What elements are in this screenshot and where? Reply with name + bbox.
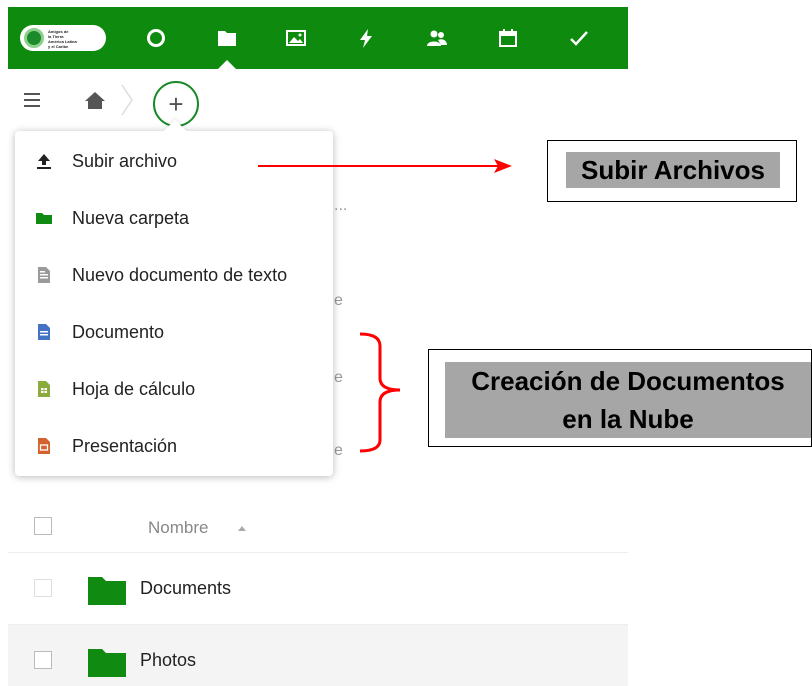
background-fragment: e <box>334 369 343 386</box>
menu-item-label: Nueva carpeta <box>72 208 190 228</box>
organization-logo[interactable]: Amigos de la Tierra América Latina y el … <box>20 25 106 51</box>
hamburger-menu-icon[interactable] <box>22 91 42 109</box>
file-row[interactable]: Documents <box>8 553 628 625</box>
menu-item-new-folder[interactable]: Nueva carpeta <box>15 190 333 247</box>
folder-icon <box>88 577 126 605</box>
menu-item-label: Hoja de cálculo <box>72 379 196 399</box>
file-list-header: Nombre <box>8 503 628 553</box>
file-row[interactable]: Photos <box>8 625 628 686</box>
breadcrumb-separator-icon <box>121 84 133 116</box>
plus-icon: + <box>168 89 184 119</box>
active-app-indicator <box>218 60 236 69</box>
text-file-icon <box>38 267 50 283</box>
menu-item-new-presentation[interactable]: Presentación <box>15 418 333 475</box>
select-all-checkbox[interactable] <box>34 517 52 535</box>
background-fragment: e <box>334 442 343 459</box>
column-header-name[interactable]: Nombre <box>148 518 208 538</box>
create-callout-line1: Creación de Documentos <box>445 362 811 400</box>
upload-callout-text: Subir Archivos <box>566 152 780 188</box>
gallery-icon[interactable] <box>276 7 316 69</box>
row-checkbox[interactable] <box>34 651 52 669</box>
logo-icon <box>24 28 44 48</box>
home-icon[interactable] <box>84 90 106 110</box>
upload-callout-box: Subir Archivos <box>547 140 797 202</box>
file-name[interactable]: Documents <box>140 578 231 599</box>
create-callout-box: Creación de Documentos en la Nube <box>428 349 812 447</box>
menu-item-new-text-file[interactable]: Nuevo documento de texto <box>15 247 333 304</box>
background-ellipsis: ... <box>334 197 348 214</box>
folder-icon <box>36 213 52 224</box>
folder-icon <box>88 649 126 677</box>
presentation-icon <box>38 438 50 454</box>
tasks-icon[interactable] <box>559 7 599 69</box>
menu-item-upload[interactable]: Subir archivo <box>15 133 333 190</box>
row-checkbox[interactable] <box>34 579 52 597</box>
menu-item-label: Presentación <box>72 436 178 456</box>
logo-text: Amigos de la Tierra América Latina y el … <box>48 29 77 49</box>
menu-item-label: Subir archivo <box>72 151 178 171</box>
activity-icon[interactable] <box>346 7 386 69</box>
file-name[interactable]: Photos <box>140 650 196 671</box>
background-fragment: e <box>334 292 343 309</box>
screenshot: Amigos de la Tierra América Latina y el … <box>0 0 812 686</box>
breadcrumb-toolbar: + <box>8 69 628 131</box>
menu-item-label: Documento <box>72 322 165 342</box>
top-nav-bar: Amigos de la Tierra América Latina y el … <box>8 7 628 69</box>
contacts-icon[interactable] <box>417 7 457 69</box>
new-item-menu: Subir archivo Nueva carpeta Nuevo docume… <box>15 119 333 476</box>
upload-icon <box>37 154 51 169</box>
dashboard-icon[interactable] <box>136 7 176 69</box>
menu-item-label: Nuevo documento de texto <box>72 265 288 285</box>
sort-ascending-icon[interactable] <box>238 526 246 531</box>
document-icon <box>38 324 50 340</box>
menu-item-new-document[interactable]: Documento <box>15 304 333 361</box>
spreadsheet-icon <box>38 381 50 397</box>
menu-item-new-spreadsheet[interactable]: Hoja de cálculo <box>15 361 333 418</box>
create-callout-line2: en la Nube <box>445 400 811 438</box>
calendar-icon[interactable] <box>488 7 528 69</box>
